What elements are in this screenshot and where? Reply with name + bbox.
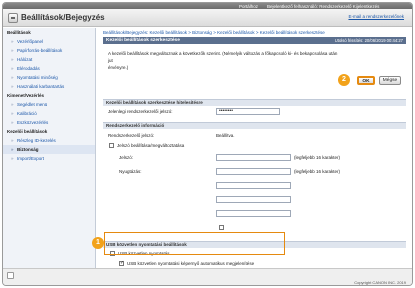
page-icon [7,272,14,279]
mail-admin-link[interactable]: E-mail a rendszerkezelőnek [348,14,404,19]
current-password-input[interactable]: •••••••• [216,108,280,115]
section-title: Kezelői beállítások szerkesztése [106,37,180,43]
sidebar-item-import-export[interactable]: Import/Export [3,154,95,163]
sidebar-item-network[interactable]: Hálózat [3,55,95,64]
sidebar-item-print-quality[interactable]: Nyomtatási minőség [3,73,95,82]
sidebar-item-calibration[interactable]: Kalibráció [3,109,95,118]
portal-link[interactable]: Portálhoz [239,4,258,9]
info-message: A kezelői beállítások megváltoznak a köv… [108,50,338,71]
sidebar: Beállítások Vezérlőpanel Papírforrás-beá… [3,28,96,268]
sidebar-section-management: Kezelői beállítások [7,128,48,134]
sidebar-item-maintenance[interactable]: Használati karbantartás [3,82,95,91]
section-titlebar: Kezelői beállítások szerkesztése Utolsó … [103,37,406,44]
usb-auto-display-checkbox[interactable] [119,260,124,266]
sidebar-section-output: Kimenet/Vezérlés [7,92,45,98]
usb-options-highlight [104,232,285,255]
admin-field-4[interactable] [216,196,291,203]
set-password-checkbox[interactable] [109,143,114,148]
breadcrumb[interactable]: Beállítások/Bejegyzés: Kezelői beállítás… [103,30,325,35]
sidebar-item-paper-source[interactable]: Papírforrás-beállítások [3,46,95,55]
password-input[interactable] [216,154,291,161]
ok-button[interactable]: OK [357,76,375,85]
admin-field-5[interactable] [216,210,291,217]
confirm-field-label: Nyugtázás: [119,169,142,174]
step-2-badge: 2 [338,74,350,86]
confirm-input[interactable] [216,168,291,175]
admin-option-checkbox[interactable] [219,225,224,230]
current-password-label: Jelenlegi rendszerkezelői jelszó: [108,109,173,114]
page-title: Beállítások/Bejegyzés [21,13,105,22]
sidebar-item-department-id[interactable]: Részleg ID-kezelés [3,136,95,145]
sidebar-item-control-panel[interactable]: Vezérlőpanel [3,37,95,46]
cancel-button[interactable]: Mégse [379,76,401,85]
sidebar-item-access[interactable]: Elérodadás [3,64,95,73]
admin-password-status-value: Beállítva. [216,133,235,138]
set-password-label: Jelszó beállítása/megváltoztatása [117,143,185,148]
info-message-line1: A kezelői beállítások megváltoznak a köv… [108,51,338,63]
info-message-line2: érvényre.) [108,65,129,70]
section-admin-info-header: Rendszerkezelő információ [103,122,406,129]
confirm-hint: (legfeljebb 16 karakter) [294,169,341,174]
last-updated: Utolsó frissítés: 20/06/2019 00:44:27 [334,38,403,43]
password-hint: (legfeljebb 16 karakter) [294,155,341,160]
copyright: Copyright CANON INC. 2019 [354,280,406,285]
sidebar-item-device-control[interactable]: Eszközvezérlés [3,118,95,127]
usb-auto-display-label: USB közvetlen nyomtatási képernyő automa… [127,261,255,266]
admin-field-3[interactable] [216,182,291,189]
sidebar-item-security[interactable]: Biztonság [3,145,95,154]
page-header: Beállítások/Bejegyzés E-mail a rendszerk… [3,9,412,27]
footer: Copyright CANON INC. 2019 [3,268,412,285]
step-1-badge: 1 [92,237,104,249]
section-password-header: Kezelői beállítások szerkesztése hiteles… [103,99,406,106]
sidebar-item-utility-menu[interactable]: Segédlet menü [3,100,95,109]
browser-frame: Portálhoz Bejelentkező felhasználó: Rend… [2,2,413,286]
sidebar-section-settings: Beállítások [7,29,31,35]
password-field-label: Jelszó: [119,155,134,160]
admin-password-status-label: Rendszerkezelő jelszó: [108,133,155,138]
settings-icon [8,13,18,23]
logout-link[interactable]: Bejelentkező felhasználó: Rendszerkezelő… [267,4,379,9]
